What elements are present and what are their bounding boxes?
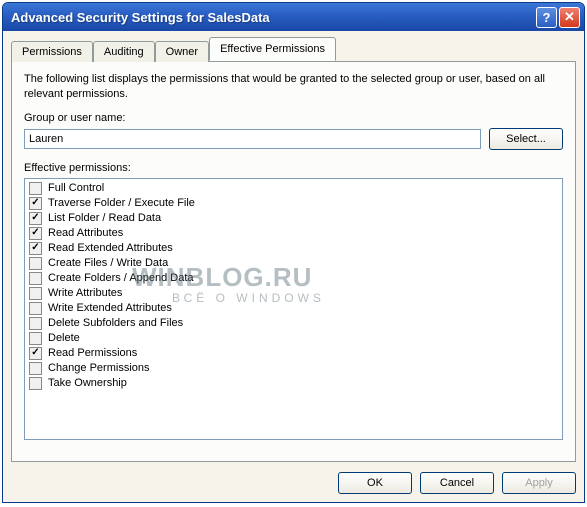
permission-label: Full Control (48, 182, 104, 194)
titlebar-buttons: ? ✕ (536, 7, 580, 28)
tab-permissions[interactable]: Permissions (11, 41, 93, 62)
permission-item: Read Attributes (29, 226, 558, 241)
permission-item: Write Extended Attributes (29, 301, 558, 316)
permission-item: Read Extended Attributes (29, 241, 558, 256)
permission-checkbox (29, 197, 42, 210)
permissions-listbox[interactable]: Full Control Traverse Folder / Execute Fi… (24, 178, 563, 440)
permission-label: Delete (48, 332, 80, 344)
permission-label: Traverse Folder / Execute File (48, 197, 195, 209)
permission-label: Write Extended Attributes (48, 302, 172, 314)
tab-label: Auditing (104, 46, 144, 58)
close-button[interactable]: ✕ (559, 7, 580, 28)
help-icon: ? (543, 10, 551, 25)
permission-item: Full Control (29, 181, 558, 196)
permission-item: Create Files / Write Data (29, 256, 558, 271)
client-area: Permissions Auditing Owner Effective Per… (3, 31, 584, 502)
permission-item: Create Folders / Append Data (29, 271, 558, 286)
tab-strip: Permissions Auditing Owner Effective Per… (11, 37, 576, 61)
permission-checkbox (29, 302, 42, 315)
permission-item: Write Attributes (29, 286, 558, 301)
window: Advanced Security Settings for SalesData… (2, 2, 585, 503)
permission-checkbox (29, 287, 42, 300)
permission-checkbox (29, 347, 42, 360)
permission-checkbox (29, 362, 42, 375)
permission-label: Delete Subfolders and Files (48, 317, 183, 329)
permission-label: Create Files / Write Data (48, 257, 168, 269)
window-title: Advanced Security Settings for SalesData (11, 10, 536, 25)
tab-owner[interactable]: Owner (155, 41, 209, 62)
button-label: OK (367, 477, 383, 489)
permission-label: Take Ownership (48, 377, 127, 389)
permission-item: Read Permissions (29, 346, 558, 361)
tab-label: Owner (166, 46, 198, 58)
permission-checkbox (29, 257, 42, 270)
permission-label: Read Permissions (48, 347, 137, 359)
permission-checkbox (29, 182, 42, 195)
tab-panel: The following list displays the permissi… (11, 61, 576, 462)
titlebar: Advanced Security Settings for SalesData… (3, 3, 584, 31)
permission-checkbox (29, 227, 42, 240)
group-label: Group or user name: (24, 112, 563, 124)
permission-checkbox (29, 242, 42, 255)
permission-checkbox (29, 317, 42, 330)
ok-button[interactable]: OK (338, 472, 412, 494)
permission-item: Take Ownership (29, 376, 558, 391)
help-button[interactable]: ? (536, 7, 557, 28)
permission-item: Traverse Folder / Execute File (29, 196, 558, 211)
permission-label: Create Folders / Append Data (48, 272, 194, 284)
permissions-label: Effective permissions: (24, 162, 563, 174)
tab-label: Permissions (22, 46, 82, 58)
select-button[interactable]: Select... (489, 128, 563, 150)
dialog-buttons: OK Cancel Apply (11, 462, 576, 494)
tab-auditing[interactable]: Auditing (93, 41, 155, 62)
permission-label: Read Attributes (48, 227, 123, 239)
permission-label: Write Attributes (48, 287, 122, 299)
button-label: Cancel (440, 477, 474, 489)
permission-label: Read Extended Attributes (48, 242, 173, 254)
tab-effective-permissions[interactable]: Effective Permissions (209, 37, 336, 61)
permission-item: Delete Subfolders and Files (29, 316, 558, 331)
permission-item: Delete (29, 331, 558, 346)
apply-button[interactable]: Apply (502, 472, 576, 494)
cancel-button[interactable]: Cancel (420, 472, 494, 494)
tab-label: Effective Permissions (220, 43, 325, 55)
intro-text: The following list displays the permissi… (24, 72, 563, 102)
group-user-input[interactable] (24, 129, 481, 149)
permission-checkbox (29, 272, 42, 285)
button-label: Apply (525, 477, 553, 489)
permission-label: List Folder / Read Data (48, 212, 161, 224)
permission-label: Change Permissions (48, 362, 150, 374)
permission-item: List Folder / Read Data (29, 211, 558, 226)
permission-checkbox (29, 377, 42, 390)
permission-item: Change Permissions (29, 361, 558, 376)
group-row: Select... (24, 128, 563, 150)
permission-checkbox (29, 212, 42, 225)
button-label: Select... (506, 133, 546, 145)
close-icon: ✕ (564, 9, 575, 25)
permission-checkbox (29, 332, 42, 345)
